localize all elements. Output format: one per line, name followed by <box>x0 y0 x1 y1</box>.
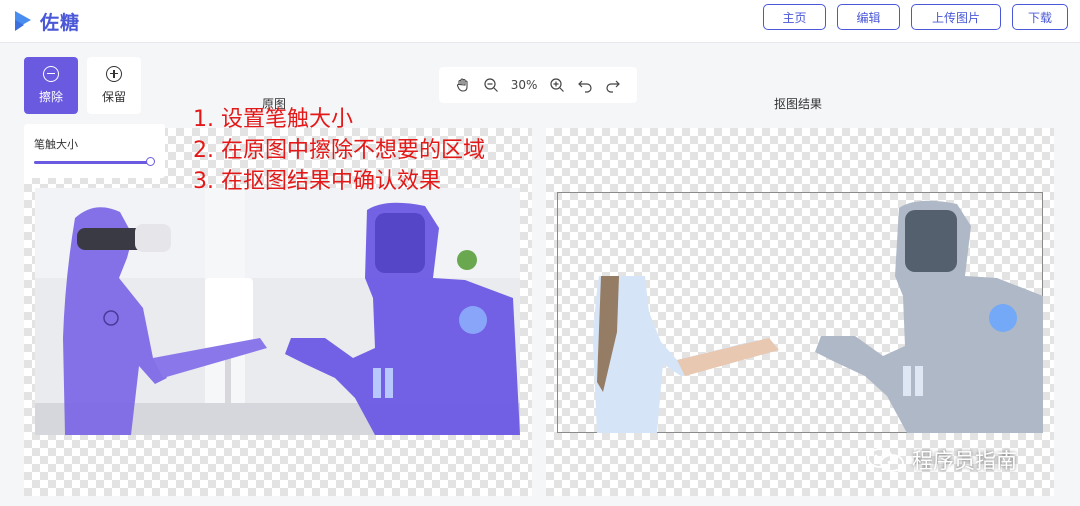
logo-icon <box>15 11 31 31</box>
instruction-annotation: 1. 设置笔触大小 2. 在原图中擦除不想要的区域 3. 在抠图结果中确认效果 <box>193 104 485 197</box>
instruction-step-1: 1. 设置笔触大小 <box>193 107 353 132</box>
original-image[interactable] <box>35 188 520 435</box>
brush-size-panel: 笔触大小 <box>24 124 165 178</box>
result-title: 抠图结果 <box>774 97 823 111</box>
minus-circle-icon <box>43 66 59 82</box>
zoom-level: 30% <box>510 78 538 92</box>
keep-tool-label: 保留 <box>101 90 126 104</box>
top-nav: 主页 编辑 上传图片 下载 <box>763 4 1068 30</box>
plus-circle-icon <box>106 66 122 82</box>
zoom-in-icon[interactable] <box>549 77 565 93</box>
watermark: 程序员指南 <box>866 445 1017 475</box>
result-cutout-graphic <box>593 200 1043 433</box>
nav-edit-button[interactable]: 编辑 <box>837 4 900 30</box>
nav-upload-button[interactable]: 上传图片 <box>911 4 1001 30</box>
hand-pan-icon[interactable] <box>455 77 471 93</box>
original-photo-graphic <box>35 188 520 435</box>
top-bar: 佐糖 主页 编辑 上传图片 下载 <box>0 0 1080 43</box>
erase-tool-button[interactable]: 擦除 <box>24 57 78 114</box>
nav-home-button[interactable]: 主页 <box>763 4 826 30</box>
instruction-step-3: 3. 在抠图结果中确认效果 <box>193 169 441 194</box>
watermark-text: 程序员指南 <box>912 449 1017 473</box>
brush-size-label: 笔触大小 <box>34 138 78 151</box>
brush-size-slider-track[interactable] <box>34 161 150 164</box>
undo-icon[interactable] <box>577 77 593 93</box>
logo[interactable]: 佐糖 <box>12 6 80 36</box>
instruction-step-2: 2. 在原图中擦除不想要的区域 <box>193 138 485 163</box>
brush-size-slider-handle[interactable] <box>146 157 155 166</box>
nav-download-button[interactable]: 下载 <box>1012 4 1068 30</box>
zoom-toolbar: 30% <box>439 67 637 103</box>
keep-tool-button[interactable]: 保留 <box>87 57 141 114</box>
zoom-out-icon[interactable] <box>483 77 499 93</box>
logo-text: 佐糖 <box>40 11 81 34</box>
redo-icon[interactable] <box>605 77 621 93</box>
erase-tool-label: 擦除 <box>38 90 63 104</box>
wechat-icon <box>867 448 904 472</box>
